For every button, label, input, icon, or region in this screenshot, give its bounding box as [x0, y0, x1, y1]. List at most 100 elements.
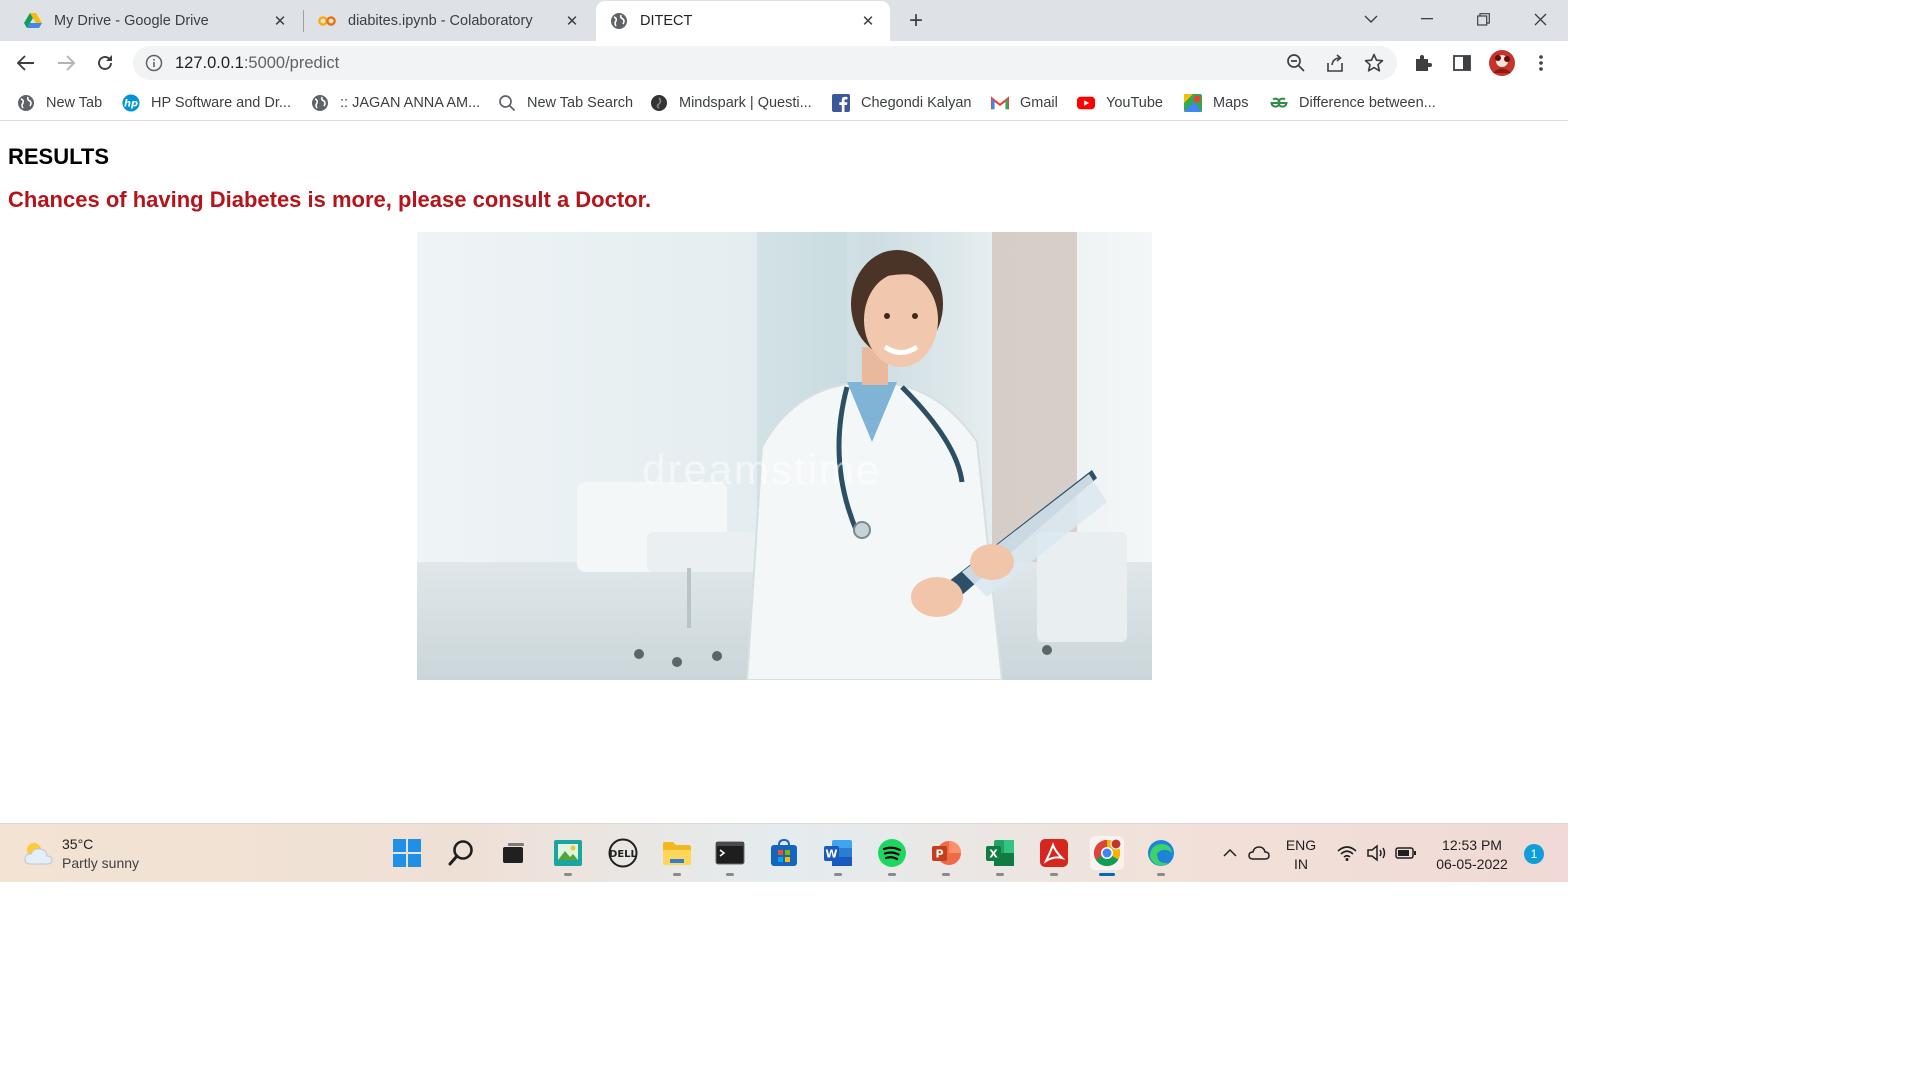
acrobat-icon[interactable]	[1037, 836, 1071, 876]
svg-text:hp: hp	[124, 99, 138, 110]
weather-description: Partly sunny	[62, 855, 140, 871]
bookmark-hp[interactable]: hp HP Software and Dr...	[122, 92, 291, 114]
close-tab-icon[interactable]: ✕	[562, 11, 582, 31]
profile-avatar[interactable]	[1488, 49, 1516, 77]
task-view-icon[interactable]	[496, 836, 530, 870]
running-indicator	[726, 873, 734, 876]
tab-title: DITECT	[640, 13, 693, 29]
reload-icon[interactable]	[91, 49, 119, 77]
svg-text:X: X	[989, 848, 998, 861]
browser-toolbar: 127.0.0.1:5000/predict	[0, 41, 1568, 85]
windows-taskbar: 35°C Partly sunny DELL W P X ENG IN 12:5…	[0, 823, 1568, 882]
globe-icon	[610, 12, 628, 30]
minimize-icon[interactable]	[1412, 6, 1442, 32]
notification-badge[interactable]: 1	[1524, 844, 1544, 864]
language-indicator[interactable]: ENG IN	[1280, 836, 1322, 874]
file-explorer-icon[interactable]	[660, 836, 694, 876]
globe-icon	[17, 94, 35, 112]
clock-date: 06-05-2022	[1436, 856, 1508, 872]
bookmark-new-tab[interactable]: New Tab	[17, 92, 102, 114]
tab-title: My Drive - Google Drive	[54, 12, 209, 29]
spotify-icon[interactable]	[875, 836, 909, 876]
restore-icon[interactable]	[1468, 6, 1498, 32]
bookmark-label: Chegondi Kalyan	[861, 95, 972, 111]
word-icon[interactable]: W	[821, 836, 855, 876]
bookmark-facebook[interactable]: Chegondi Kalyan	[832, 92, 971, 114]
menu-icon[interactable]	[1527, 49, 1555, 77]
bookmark-star-icon[interactable]	[1362, 51, 1386, 75]
url-text[interactable]: 127.0.0.1:5000/predict	[175, 54, 339, 73]
language-code: ENG	[1285, 837, 1317, 853]
clock[interactable]: 12:53 PM 06-05-2022	[1426, 836, 1518, 874]
bookmark-label: Difference between...	[1299, 95, 1436, 111]
bookmark-jagan-anna[interactable]: :: JAGAN ANNA AM...	[311, 92, 480, 114]
forward-icon[interactable]	[52, 49, 80, 77]
bookmark-label: New Tab Search	[527, 95, 634, 111]
google-drive-icon	[24, 12, 42, 30]
tab-colab[interactable]: diabites.ipynb - Colaboratory ✕	[304, 0, 594, 41]
bookmark-mindspark[interactable]: Mindspark | Questi...	[650, 92, 812, 114]
colab-icon	[318, 12, 336, 30]
microsoft-store-icon[interactable]	[767, 836, 801, 870]
weather-temperature: 35°C	[62, 836, 94, 852]
close-tab-icon[interactable]: ✕	[270, 11, 290, 31]
side-panel-icon[interactable]	[1448, 49, 1476, 77]
weather-widget[interactable]: 35°C Partly sunny	[22, 834, 162, 874]
running-indicator	[1157, 873, 1165, 876]
excel-icon[interactable]: X	[983, 836, 1017, 876]
bookmark-label: Gmail	[1020, 95, 1058, 111]
battery-icon[interactable]	[1393, 836, 1419, 870]
results-heading: RESULTS	[8, 144, 110, 169]
volume-icon[interactable]	[1364, 836, 1390, 870]
url-host: 127.0.0.1	[175, 54, 244, 72]
chrome-icon[interactable]	[1090, 836, 1124, 876]
tab-ditect[interactable]: DITECT ✕	[596, 1, 890, 41]
maps-icon	[1184, 94, 1202, 112]
bookmark-difference-between[interactable]: Difference between...	[1270, 92, 1436, 114]
tab-search-icon[interactable]	[1356, 6, 1386, 32]
url-path: :5000/predict	[243, 54, 340, 72]
address-bar[interactable]: 127.0.0.1:5000/predict	[133, 46, 1397, 80]
running-indicator	[1099, 873, 1115, 876]
doctor-illustration: dreamstime	[417, 232, 1152, 680]
youtube-icon	[1077, 94, 1095, 112]
tab-google-drive[interactable]: My Drive - Google Drive ✕	[0, 0, 302, 41]
zoom-out-icon[interactable]	[1284, 51, 1308, 75]
site-info-icon[interactable]	[145, 54, 163, 72]
bookmark-label: New Tab	[46, 95, 103, 111]
windows-start-icon[interactable]	[390, 836, 424, 870]
close-tab-icon[interactable]: ✕	[858, 11, 878, 31]
edge-icon[interactable]	[1144, 836, 1178, 876]
bookmark-label: HP Software and Dr...	[151, 95, 291, 111]
bookmark-gmail[interactable]: Gmail	[991, 92, 1058, 114]
bookmarks-bar: New Tab hp HP Software and Dr... :: JAGA…	[0, 85, 1568, 121]
running-indicator	[834, 873, 842, 876]
bookmark-youtube[interactable]: YouTube	[1077, 92, 1163, 114]
wifi-icon[interactable]	[1334, 836, 1360, 870]
screen: My Drive - Google Drive ✕ diabites.ipynb…	[0, 0, 1568, 882]
gfg-icon	[1270, 94, 1288, 112]
search-icon[interactable]	[444, 836, 478, 870]
close-window-icon[interactable]	[1525, 6, 1555, 32]
bookmark-new-tab-search[interactable]: New Tab Search	[498, 92, 633, 114]
language-region: IN	[1294, 856, 1308, 872]
extensions-icon[interactable]	[1409, 49, 1437, 77]
globe-icon	[311, 94, 329, 112]
image-viewer-icon[interactable]	[551, 836, 585, 876]
facebook-icon	[832, 94, 850, 112]
terminal-icon[interactable]	[713, 836, 747, 876]
powerpoint-icon[interactable]: P	[929, 836, 963, 876]
back-icon[interactable]	[12, 49, 40, 77]
show-hidden-icons-chevron-icon[interactable]	[1218, 836, 1242, 870]
onedrive-cloud-icon[interactable]	[1246, 836, 1272, 870]
new-tab-button[interactable]: +	[903, 7, 929, 34]
tab-strip: My Drive - Google Drive ✕ diabites.ipynb…	[0, 0, 1568, 41]
svg-text:W: W	[825, 848, 837, 861]
bookmark-maps[interactable]: Maps	[1184, 92, 1248, 114]
running-indicator	[1050, 873, 1058, 876]
svg-text:DELL: DELL	[609, 849, 638, 860]
share-icon[interactable]	[1323, 51, 1347, 75]
doctor-image: dreamstime	[417, 232, 1152, 680]
search-icon	[498, 94, 516, 112]
dell-icon[interactable]: DELL	[606, 836, 640, 870]
